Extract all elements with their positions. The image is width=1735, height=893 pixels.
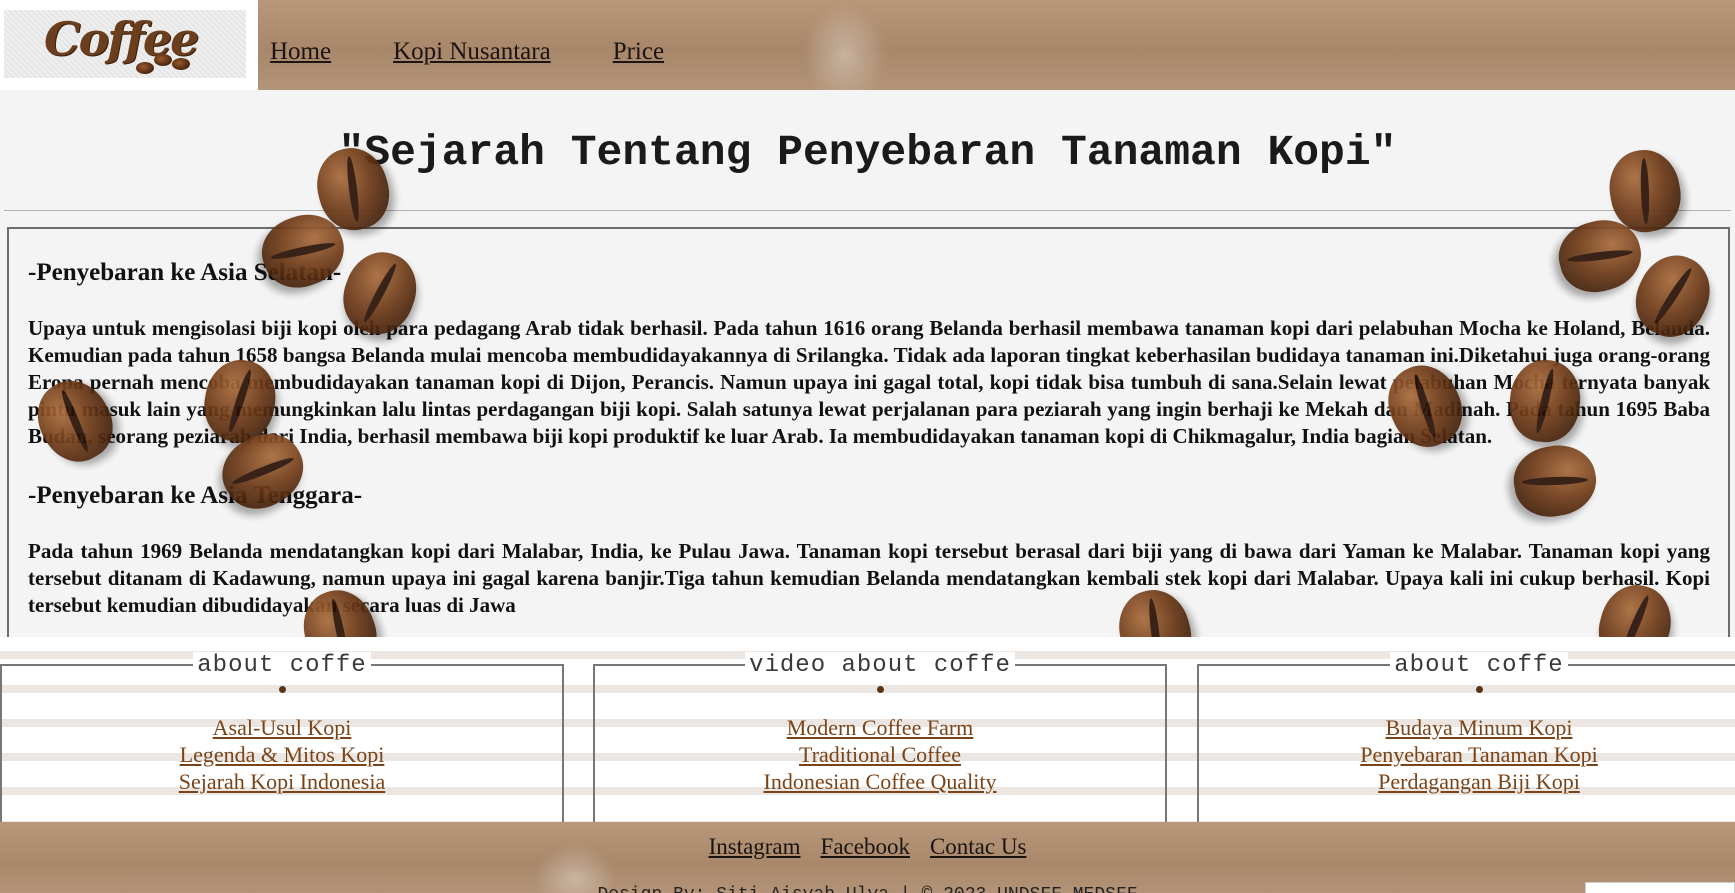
link-legenda-mitos-kopi[interactable]: Legenda & Mitos Kopi [2,741,562,768]
section-heading: -Penyebaran ke Asia Tenggara- [28,482,363,509]
footer-link-instagram[interactable]: Instagram [709,834,801,859]
link-perdagangan-biji-kopi[interactable]: Perdagangan Biji Kopi [1199,768,1735,795]
article-content: -Penyebaran ke Asia Selatan- Upaya untuk… [28,259,1710,639]
site-footer: Instagram Facebook Contac Us Design By: … [0,822,1735,893]
bullet-icon [1476,686,1483,693]
fieldset-legend [27,229,37,231]
footer-links: Instagram Facebook Contac Us [0,834,1735,860]
steam-decoration [800,0,890,90]
footer-link-facebook[interactable]: Facebook [821,834,910,859]
panel-about-coffe: about coffe Asal-Usul Kopi Legenda & Mit… [0,652,564,824]
section-heading: -Penyebaran ke Asia Selatan- [28,259,342,286]
section-body: Upaya untuk mengisolasi biji kopi oleh p… [28,316,1710,448]
article-box[interactable]: -Penyebaran ke Asia Selatan- Upaya untuk… [7,227,1730,639]
coffee-bean-icon [154,54,172,66]
nav-kopi-nusantara[interactable]: Kopi Nusantara [393,38,551,65]
logo-background: Coffee [4,10,246,78]
footer-link-contact[interactable]: Contac Us [930,834,1026,859]
section-body: Pada tahun 1969 Belanda mendatangkan kop… [28,539,1710,617]
copyright-text: Design By: Siti Aisyah Ulya | © 2023 UND… [0,885,1735,893]
panel-links: Modern Coffee Farm Traditional Coffee In… [595,714,1165,795]
link-traditional-coffee[interactable]: Traditional Coffee [595,741,1165,768]
panel-links: Budaya Minum Kopi Penyebaran Tanaman Kop… [1199,714,1735,795]
bullet-icon [877,686,884,693]
nav-price[interactable]: Price [613,38,664,65]
panel-title: about coffe [1390,652,1568,679]
link-modern-coffee-farm[interactable]: Modern Coffee Farm [595,714,1165,741]
panel-links: Asal-Usul Kopi Legenda & Mitos Kopi Seja… [2,714,562,795]
coffee-bean-icon [172,58,190,70]
panel-about-coffe-2: about coffe Budaya Minum Kopi Penyebaran… [1197,652,1735,824]
panel-title: about coffe [193,652,371,679]
title-divider [4,210,1731,211]
link-asal-usul-kopi[interactable]: Asal-Usul Kopi [2,714,562,741]
panel-title: video about coffe [745,652,1015,679]
main-nav: Home Kopi Nusantara Price [270,38,726,66]
link-indonesian-coffee-quality[interactable]: Indonesian Coffee Quality [595,768,1165,795]
page-title: "Sejarah Tentang Penyebaran Tanaman Kopi… [338,128,1397,177]
corner-widget[interactable] [1585,882,1735,893]
coffee-bean-icon [136,62,154,74]
link-sejarah-kopi-indonesia[interactable]: Sejarah Kopi Indonesia [2,768,562,795]
logo[interactable]: Coffee [0,0,258,90]
bullet-icon [279,686,286,693]
logo-text: Coffee [44,12,199,66]
link-penyebaran-tanaman-kopi[interactable]: Penyebaran Tanaman Kopi [1199,741,1735,768]
link-budaya-minum-kopi[interactable]: Budaya Minum Kopi [1199,714,1735,741]
panel-video-about-coffe: video about coffe Modern Coffee Farm Tra… [593,652,1167,824]
nav-home[interactable]: Home [270,38,331,65]
site-header: Coffee Home Kopi Nusantara Price [0,0,1735,90]
